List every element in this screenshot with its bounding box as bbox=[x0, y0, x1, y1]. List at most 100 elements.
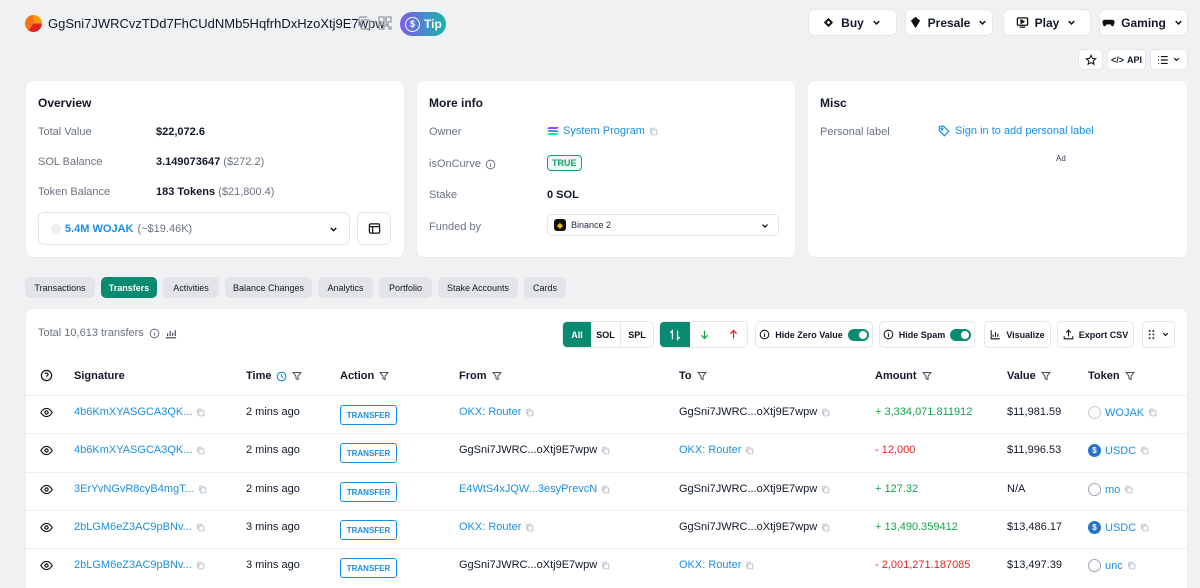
hide-spam-toggle[interactable]: Hide Spam bbox=[879, 321, 975, 348]
copy-icon[interactable] bbox=[198, 485, 207, 494]
signature-link[interactable]: 2bLGM6eZ3AC9pBNv... bbox=[74, 521, 192, 533]
direction-in[interactable] bbox=[690, 322, 719, 347]
copy-icon[interactable] bbox=[1127, 561, 1136, 570]
copy-icon[interactable] bbox=[1140, 446, 1149, 455]
token-list-button[interactable] bbox=[357, 212, 391, 245]
from-address[interactable]: E4WtS4xJQW...3esyPrevcN bbox=[459, 483, 597, 495]
buy-menu-button[interactable]: Buy bbox=[808, 9, 897, 36]
direction-out[interactable] bbox=[719, 322, 747, 347]
direction-both[interactable] bbox=[660, 322, 690, 347]
eye-icon[interactable] bbox=[40, 444, 53, 457]
owner-link[interactable]: System Program bbox=[563, 125, 645, 137]
token-link[interactable]: USDC bbox=[1105, 522, 1136, 534]
filter-sol[interactable]: SOL bbox=[591, 322, 621, 347]
copy-icon[interactable] bbox=[601, 485, 610, 494]
export-csv-button[interactable]: Export CSV bbox=[1057, 321, 1134, 348]
tab-stake-accounts[interactable]: Stake Accounts bbox=[438, 277, 518, 298]
from-address[interactable]: OKX: Router bbox=[459, 521, 521, 533]
qr-code-icon[interactable] bbox=[377, 15, 393, 31]
tab-activities[interactable]: Activities bbox=[163, 277, 219, 298]
copy-icon[interactable] bbox=[1148, 408, 1157, 417]
copy-icon[interactable] bbox=[601, 446, 610, 455]
to-address[interactable]: GgSni7JWRC...oXtj9E7wpw bbox=[679, 483, 817, 495]
copy-icon[interactable] bbox=[196, 561, 205, 570]
to-address[interactable]: OKX: Router bbox=[679, 559, 741, 571]
info-icon[interactable] bbox=[149, 328, 160, 339]
favorite-button[interactable] bbox=[1078, 49, 1103, 70]
tab-balance-changes[interactable]: Balance Changes bbox=[225, 277, 312, 298]
copy-icon[interactable] bbox=[525, 523, 534, 532]
copy-icon[interactable] bbox=[821, 408, 830, 417]
view-transaction[interactable] bbox=[40, 444, 53, 457]
view-transaction[interactable] bbox=[40, 406, 53, 419]
copy-icon[interactable] bbox=[1124, 485, 1133, 494]
token-link[interactable]: USDC bbox=[1105, 445, 1136, 457]
signin-link-row[interactable]: Sign in to add personal label bbox=[938, 125, 1094, 137]
column-settings-button[interactable] bbox=[1142, 321, 1175, 348]
owner-value[interactable]: System Program bbox=[547, 125, 658, 137]
copy-icon[interactable] bbox=[196, 523, 205, 532]
info-icon[interactable] bbox=[485, 159, 496, 170]
play-menu-button[interactable]: Play bbox=[1003, 9, 1091, 36]
from-address[interactable]: GgSni7JWRC...oXtj9E7wpw bbox=[459, 559, 597, 571]
signin-link[interactable]: Sign in to add personal label bbox=[955, 125, 1094, 137]
signature-link[interactable]: 3ErYvNGvR8cyB4mgT... bbox=[74, 483, 194, 495]
hide-zero-value-toggle[interactable]: Hide Zero Value bbox=[755, 321, 873, 348]
signature-link[interactable]: 2bLGM6eZ3AC9pBNv... bbox=[74, 559, 192, 571]
copy-icon[interactable] bbox=[356, 15, 372, 31]
hide-zero-switch[interactable] bbox=[847, 328, 869, 341]
to-address[interactable]: GgSni7JWRC...oXtj9E7wpw bbox=[679, 406, 817, 418]
token-select[interactable]: 5.4M WOJAK (~$19.46K) bbox=[38, 212, 350, 245]
list-options-button[interactable] bbox=[1150, 49, 1188, 70]
copy-icon[interactable] bbox=[649, 127, 658, 136]
filter-icon[interactable] bbox=[379, 371, 390, 381]
presale-menu-button[interactable]: Presale bbox=[905, 9, 993, 36]
view-transaction[interactable] bbox=[40, 521, 53, 534]
clock-icon[interactable] bbox=[276, 371, 287, 382]
to-address[interactable]: GgSni7JWRC...oXtj9E7wpw bbox=[679, 521, 817, 533]
copy-icon[interactable] bbox=[821, 523, 830, 532]
view-transaction[interactable] bbox=[40, 483, 53, 496]
copy-icon[interactable] bbox=[601, 561, 610, 570]
signature-link[interactable]: 4b6KmXYASGCA3QK... bbox=[74, 406, 192, 418]
filter-all[interactable]: All bbox=[563, 322, 591, 347]
visualize-button[interactable]: Visualize bbox=[984, 321, 1051, 348]
chart-icon[interactable] bbox=[165, 328, 177, 339]
copy-icon[interactable] bbox=[196, 408, 205, 417]
help-icon[interactable] bbox=[40, 369, 53, 382]
eye-icon[interactable] bbox=[40, 483, 53, 496]
funded-by-select[interactable]: ◆ Binance 2 bbox=[547, 214, 779, 236]
copy-icon[interactable] bbox=[745, 561, 754, 570]
token-link[interactable]: mo bbox=[1105, 484, 1120, 496]
tab-transactions[interactable]: Transactions bbox=[25, 277, 95, 298]
token-link[interactable]: unc bbox=[1105, 560, 1123, 572]
copy-icon[interactable] bbox=[196, 446, 205, 455]
api-button[interactable]: </> API bbox=[1107, 49, 1146, 70]
copy-icon[interactable] bbox=[745, 446, 754, 455]
tab-analytics[interactable]: Analytics bbox=[318, 277, 373, 298]
signature-link[interactable]: 4b6KmXYASGCA3QK... bbox=[74, 444, 192, 456]
from-address[interactable]: OKX: Router bbox=[459, 406, 521, 418]
copy-icon[interactable] bbox=[1140, 523, 1149, 532]
tip-button[interactable]: $ Tip bbox=[400, 12, 446, 36]
copy-icon[interactable] bbox=[525, 408, 534, 417]
copy-icon[interactable] bbox=[821, 485, 830, 494]
filter-icon[interactable] bbox=[696, 371, 707, 381]
to-address[interactable]: OKX: Router bbox=[679, 444, 741, 456]
eye-icon[interactable] bbox=[40, 521, 53, 534]
tab-transfers[interactable]: Transfers bbox=[101, 277, 157, 298]
filter-spl[interactable]: SPL bbox=[621, 322, 653, 347]
tab-cards[interactable]: Cards bbox=[524, 277, 566, 298]
token-link[interactable]: WOJAK bbox=[1105, 407, 1144, 419]
from-address[interactable]: GgSni7JWRC...oXtj9E7wpw bbox=[459, 444, 597, 456]
filter-icon[interactable] bbox=[921, 371, 932, 381]
filter-icon[interactable] bbox=[1124, 371, 1135, 381]
filter-icon[interactable] bbox=[1040, 371, 1051, 381]
filter-icon[interactable] bbox=[292, 371, 303, 381]
account-address[interactable]: GgSni7JWRCvzTDd7FhCUdNMb5HqfrhDxHzoXtj9E… bbox=[48, 16, 385, 31]
hide-spam-switch[interactable] bbox=[950, 328, 972, 341]
gaming-menu-button[interactable]: Gaming bbox=[1099, 9, 1188, 36]
filter-icon[interactable] bbox=[491, 371, 502, 381]
tab-portfolio[interactable]: Portfolio bbox=[379, 277, 432, 298]
view-transaction[interactable] bbox=[40, 559, 53, 572]
